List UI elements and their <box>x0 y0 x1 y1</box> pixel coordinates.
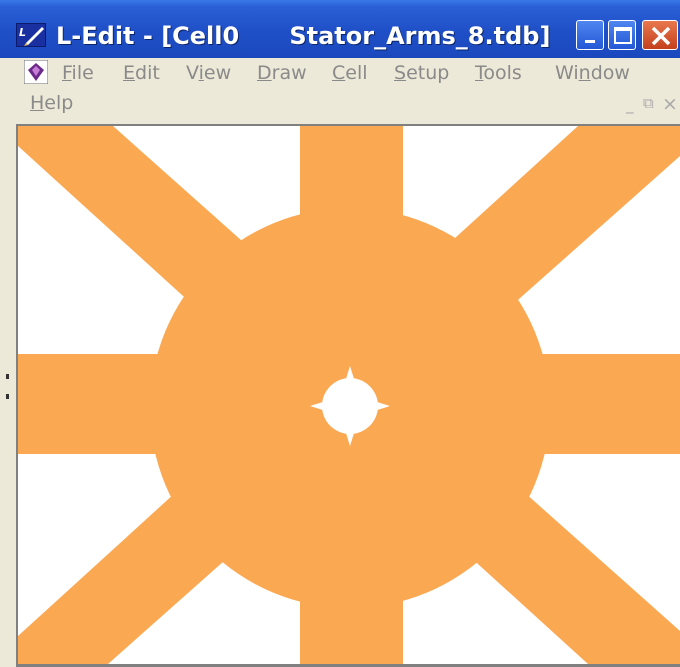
menu-file[interactable]: File <box>62 62 94 84</box>
window-left-edge <box>0 124 16 667</box>
menu-cell[interactable]: Cell <box>332 62 368 84</box>
cell-document-icon[interactable] <box>24 60 48 84</box>
menu-view[interactable]: View <box>186 62 231 84</box>
menu-cell-label: ell <box>345 62 368 84</box>
close-icon <box>651 26 671 46</box>
close-button[interactable] <box>642 20 678 50</box>
menu-tools-label: ools <box>483 62 522 84</box>
menu-edit[interactable]: Edit <box>123 62 160 84</box>
menu-help-label: elp <box>44 92 74 114</box>
menu-edit-label: dit <box>135 62 160 84</box>
maximize-icon <box>614 27 632 44</box>
minimize-button[interactable] <box>576 20 604 50</box>
menu-file-accel: F <box>62 62 72 84</box>
ledit-app-icon[interactable]: L <box>16 23 46 47</box>
menu-draw-accel: D <box>257 62 272 84</box>
menu-window-pre: Wi <box>555 62 579 84</box>
minimize-icon <box>585 40 595 43</box>
mdi-minimize-button[interactable]: _ <box>626 96 634 114</box>
menu-edit-accel: E <box>123 62 136 84</box>
menu-setup-label: etup <box>406 62 450 84</box>
menu-draw-label: raw <box>271 62 307 84</box>
menu-help[interactable]: Help <box>30 92 73 114</box>
mdi-close-button[interactable]: × <box>662 93 678 115</box>
title-bar[interactable]: L L-Edit - [Cell0 Stator_Arms_8.tdb] <box>0 0 680 58</box>
menu-setup-accel: S <box>394 62 407 84</box>
layout-canvas[interactable] <box>18 126 680 664</box>
menu-file-label: ile <box>71 62 94 84</box>
menu-window-accel: n <box>578 62 591 84</box>
svg-text:L: L <box>19 26 26 39</box>
menu-help-accel: H <box>30 92 45 114</box>
maximize-button[interactable] <box>608 20 636 50</box>
menu-window[interactable]: Window <box>555 62 630 84</box>
menu-view-label: ew <box>203 62 232 84</box>
window-title: L-Edit - [Cell0 Stator_Arms_8.tdb] <box>56 22 551 50</box>
mdi-restore-button[interactable]: ⧉ <box>643 94 654 112</box>
menu-window-label: dow <box>590 62 630 84</box>
ledit-window: L L-Edit - [Cell0 Stator_Arms_8.tdb] Fil… <box>0 0 680 667</box>
menu-tools[interactable]: Tools <box>475 62 522 84</box>
menu-draw[interactable]: Draw <box>257 62 307 84</box>
menu-view-pre: V <box>186 62 199 84</box>
stator-layout <box>18 126 680 664</box>
menu-cell-accel: C <box>332 62 346 84</box>
menu-setup[interactable]: Setup <box>394 62 449 84</box>
